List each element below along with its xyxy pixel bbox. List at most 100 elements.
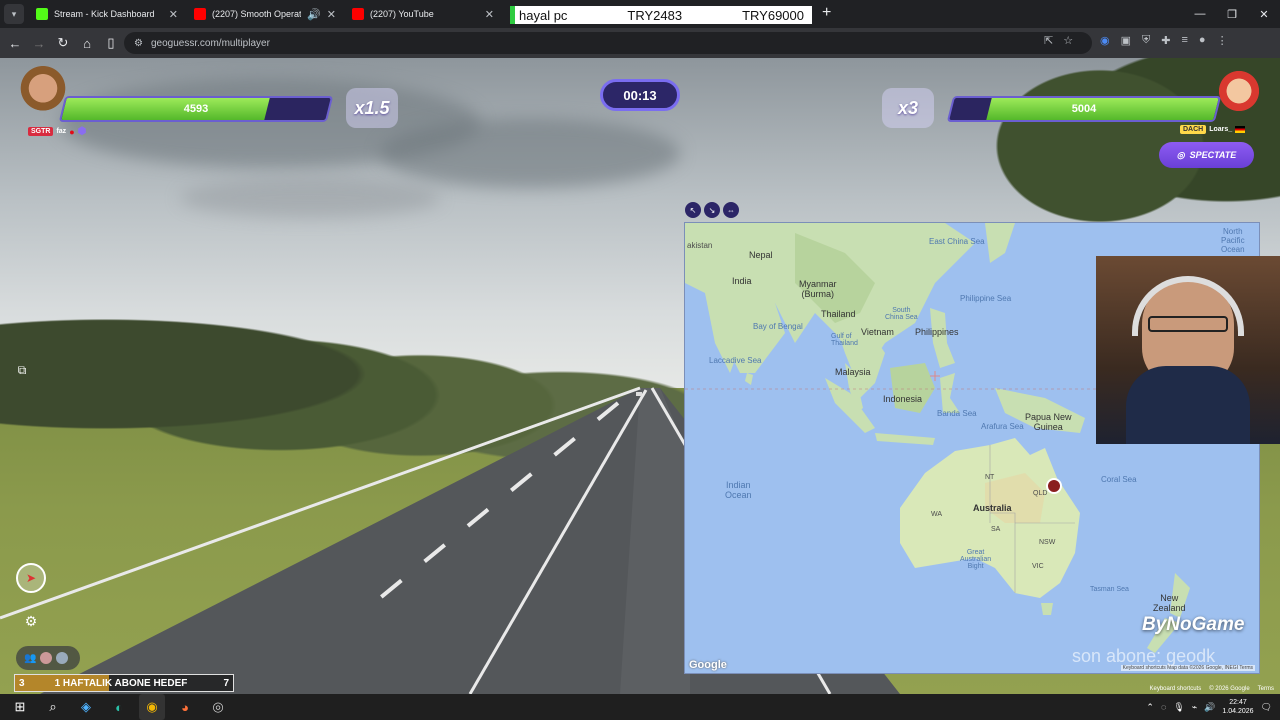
map-label: Australia	[973, 503, 1012, 513]
obs-icon[interactable]: ◎	[205, 694, 231, 720]
map-label: SA	[991, 526, 1001, 533]
extension-icon[interactable]: ◉	[1100, 34, 1110, 47]
spectate-icon: ◎	[1176, 149, 1185, 160]
close-window-icon[interactable]: ✕	[1248, 0, 1280, 28]
notifications-icon[interactable]: 🗨	[1261, 702, 1272, 713]
new-tab-button[interactable]: +	[822, 4, 831, 22]
map-expand-icon[interactable]: ↖	[685, 202, 701, 218]
screen: ▾ Stream - Kick Dashboard ✕ (2207) Smoot…	[0, 0, 1280, 720]
tab-title: (2207) Smooth Operator (S	[212, 9, 302, 19]
map-label: akistan	[687, 241, 713, 250]
sv-shortcuts-link[interactable]: Keyboard shortcuts	[1150, 686, 1202, 692]
extension-icon[interactable]: ▣	[1121, 34, 1131, 47]
profile-icon[interactable]: ●	[1199, 34, 1206, 47]
omnibox-actions: ⇱ ☆	[1044, 34, 1073, 47]
tab-smooth-operator[interactable]: (2207) Smooth Operator (S 🔊 ✕	[186, 0, 344, 28]
windows-taskbar: ⊞ ⌕ ◈ ◐ ◉ ◕ ◎ ⌃ ◌ 🎙 ⌁ 🔊 22:47 1.04.2026 …	[0, 694, 1280, 720]
side-panel-icon[interactable]: ▯	[99, 31, 123, 55]
install-icon[interactable]: ⇱	[1044, 34, 1053, 47]
map-label: Bay of Bengal	[753, 322, 803, 331]
firefox-icon[interactable]: ◕	[172, 694, 198, 720]
site-info-icon[interactable]: ⚙	[134, 38, 143, 49]
map-label: East China Sea	[929, 237, 985, 246]
map-label: Philippines	[915, 327, 959, 337]
chrome-icon[interactable]: ◉	[139, 694, 165, 720]
spectate-label: SPECTATE	[1189, 150, 1237, 160]
map-label: India	[732, 276, 752, 286]
map-label: Gulf of Thailand	[831, 333, 858, 347]
shield-icon[interactable]: ⛨	[1142, 34, 1150, 47]
spectator-avatar	[40, 652, 53, 664]
minimize-icon[interactable]: —	[1184, 0, 1216, 28]
germany-flag-icon	[1235, 126, 1246, 133]
edge-icon[interactable]: ◐	[106, 694, 132, 720]
map-label: Great Australian Bight	[960, 549, 992, 570]
settings-gear-icon[interactable]: ⚙	[16, 606, 46, 636]
map-label: New Zealand	[1153, 593, 1186, 613]
microphone-icon[interactable]: 🎙	[1173, 702, 1184, 713]
close-tab-icon[interactable]: ✕	[169, 8, 178, 21]
taskbar-clock[interactable]: 22:47 1.04.2026	[1222, 698, 1253, 716]
search-icon[interactable]: ⌕	[40, 694, 66, 720]
reload-icon[interactable]: ↻	[51, 31, 75, 55]
turkey-flag-icon: ●	[69, 126, 75, 137]
tab-kick-dashboard[interactable]: Stream - Kick Dashboard ✕	[28, 0, 186, 28]
player-left-multiplier: x1.5	[346, 88, 398, 128]
rank-badge-icon: ⬢	[77, 126, 87, 137]
map-controls: ↖ ↘ ⇔	[685, 202, 739, 218]
windows-start-icon[interactable]: ⊞	[7, 694, 33, 720]
clock-date: 1.04.2026	[1222, 708, 1254, 715]
tab-youtube[interactable]: (2207) YouTube ✕	[344, 0, 502, 28]
address-bar[interactable]: ⚙ geoguessr.com/multiplayer	[124, 32, 1092, 54]
home-icon[interactable]: ⌂	[75, 31, 99, 55]
player-left-health-value: 4593	[183, 103, 209, 115]
copilot-icon[interactable]: ◈	[73, 694, 99, 720]
player-left-name: faz	[56, 128, 67, 135]
close-tab-icon[interactable]: ✕	[485, 8, 494, 21]
map-label: NT	[985, 474, 995, 481]
close-tab-icon[interactable]: ✕	[327, 8, 336, 21]
youtube-icon	[194, 8, 206, 20]
sub-goal-target: 7	[223, 677, 229, 689]
map-label: WA	[931, 511, 943, 518]
forward-icon[interactable]: →	[27, 31, 51, 55]
system-tray: ⌃ ◌ 🎙 ⌁ 🔊 22:47 1.04.2026 🗨	[1146, 694, 1280, 720]
compass-icon[interactable]: ➤	[16, 563, 46, 593]
map-label: Thailand	[821, 309, 856, 319]
map-label: Arafura Sea	[981, 422, 1024, 431]
tray-app-icon[interactable]: ◌	[1161, 702, 1166, 712]
puzzle-icon[interactable]: ✚	[1161, 34, 1170, 47]
map-pin-icon[interactable]: ⇔	[723, 202, 739, 218]
volume-icon[interactable]: 🔊	[1204, 702, 1215, 713]
map-label: QLD	[1033, 490, 1048, 497]
map-label: Indonesia	[883, 394, 923, 404]
url-text: geoguessr.com/multiplayer	[150, 37, 270, 49]
streetview-footer: Keyboard shortcuts © 2026 Google Terms	[1150, 686, 1275, 692]
bookmark-star-icon[interactable]: ☆	[1063, 34, 1073, 47]
restore-icon[interactable]: ❐	[1216, 0, 1248, 28]
map-shrink-icon[interactable]: ↘	[704, 202, 720, 218]
back-icon[interactable]: ←	[3, 31, 27, 55]
map-label: VIC	[1032, 563, 1044, 570]
tab-search-icon[interactable]: ▾	[4, 4, 24, 24]
menu-icon[interactable]: ⋮	[1217, 34, 1228, 47]
last-subscriber: son abone: geodk	[1072, 646, 1216, 666]
report-icon[interactable]: ⧉	[10, 358, 34, 382]
tab-title: (2207) YouTube	[370, 9, 434, 19]
map-label: Laccadive Sea	[709, 356, 762, 365]
player-guess-marker[interactable]	[1046, 478, 1062, 494]
sv-terms-link[interactable]: Terms	[1258, 686, 1274, 692]
streetview-panorama[interactable]: 4593 SGTR faz ● ⬢ x1.5 00:13 x3 5004 DAC…	[0, 58, 1280, 694]
network-icon[interactable]: ⌁	[1192, 702, 1197, 713]
youtube-icon	[352, 8, 364, 20]
tray-expand-icon[interactable]: ⌃	[1146, 702, 1154, 713]
ticker-current: TRY2483	[627, 7, 683, 23]
spectators-pill[interactable]: 👥	[16, 646, 80, 670]
sub-goal-bar: 3 1 HAFTALIK ABONE HEDEF 7	[14, 674, 234, 692]
audio-icon[interactable]: 🔊	[307, 8, 321, 21]
player-right-tag: DACH	[1180, 125, 1207, 134]
spectator-avatar	[56, 652, 69, 664]
media-icon[interactable]: ≡	[1181, 34, 1187, 47]
sub-goal-label: 1 HAFTALIK ABONE HEDEF	[54, 677, 188, 689]
spectate-button[interactable]: ◎ SPECTATE	[1159, 142, 1254, 168]
